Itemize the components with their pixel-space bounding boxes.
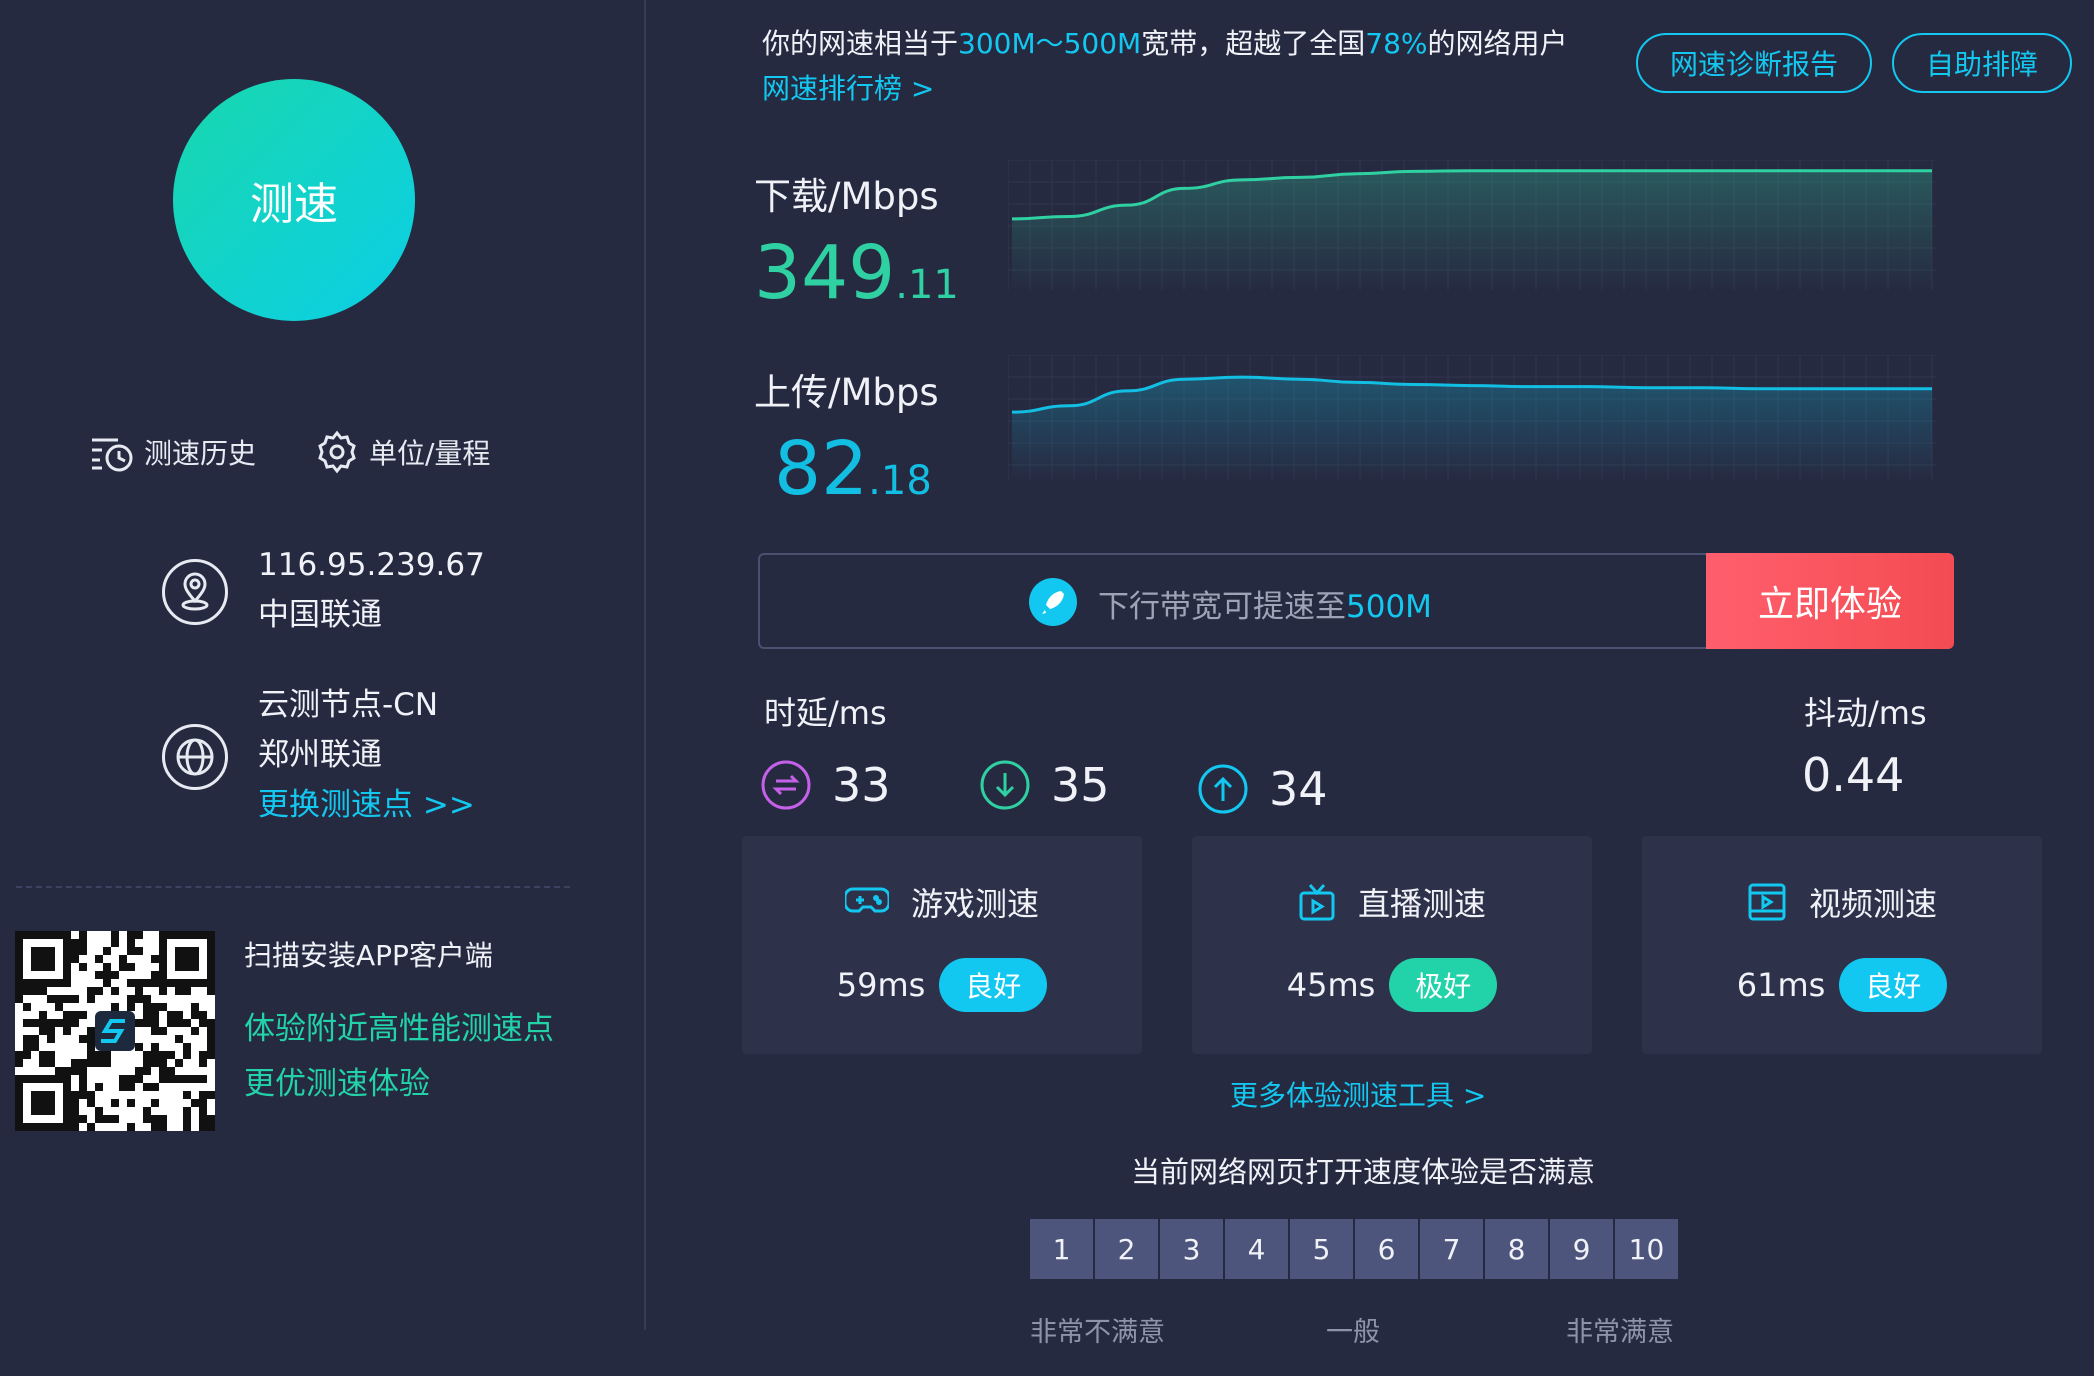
download-chart — [1008, 160, 1936, 290]
rating-scale: 1 2 3 4 5 6 7 8 9 10 — [1030, 1219, 1680, 1279]
live-test-card[interactable]: 直播测速 45ms 极好 — [1192, 836, 1592, 1054]
rating-high-label: 非常满意 — [1566, 1317, 1674, 1348]
rating-option[interactable]: 9 — [1550, 1219, 1613, 1279]
video-quality-badge: 良好 — [1839, 958, 1948, 1012]
rating-option[interactable]: 3 — [1160, 1219, 1223, 1279]
rating-option[interactable]: 7 — [1420, 1219, 1483, 1279]
tv-icon — [1299, 884, 1335, 921]
vertical-divider — [644, 0, 646, 1330]
game-test-card[interactable]: 游戏测速 59ms 良好 — [742, 836, 1142, 1054]
qr-title: 扫描安装APP客户端 — [244, 939, 493, 972]
self-troubleshoot-button[interactable]: 自助排障 — [1892, 33, 2072, 93]
upload-label: 上传/Mbps — [754, 371, 939, 414]
history-button[interactable]: 测速历史 — [90, 430, 256, 474]
latency-upload: 34 — [1197, 756, 1328, 822]
ping-icon — [761, 760, 811, 810]
ip-address: 116.95.239.67 — [258, 547, 485, 583]
qr-promo-line1: 体验附近高性能测速点 — [244, 1011, 554, 1047]
live-quality-badge: 极好 — [1389, 958, 1498, 1012]
upload-arrow-icon — [1198, 764, 1248, 814]
rating-option[interactable]: 1 — [1030, 1219, 1093, 1279]
globe-icon — [162, 724, 228, 790]
speed-summary: 你的网速相当于300M～500M宽带，超越了全国78%的网络用户 — [762, 27, 1568, 60]
latency-total: 33 — [760, 752, 891, 818]
upload-series-area — [1012, 377, 1932, 480]
rating-option[interactable]: 8 — [1485, 1219, 1548, 1279]
rating-option[interactable]: 2 — [1095, 1219, 1158, 1279]
download-value: 349.11 — [754, 230, 959, 316]
percentile: 78% — [1365, 27, 1428, 60]
download-series-area — [1012, 170, 1932, 290]
diagnosis-report-button[interactable]: 网速诊断报告 — [1636, 33, 1872, 93]
left-divider — [16, 886, 570, 888]
survey-title: 当前网络网页打开速度体验是否满意 — [1131, 1155, 1596, 1189]
live-latency: 45ms — [1286, 966, 1376, 1004]
rating-mid-label: 一般 — [1326, 1317, 1380, 1348]
bandwidth-boost-banner: 下行带宽可提速至500M 立即体验 — [758, 553, 1954, 649]
node-name: 云测节点-CN — [258, 687, 439, 723]
jitter-value: 0.44 — [1802, 748, 1905, 802]
start-test-button[interactable]: 测速 — [173, 79, 415, 321]
rocket-icon — [1029, 578, 1077, 626]
rating-low-label: 非常不满意 — [1030, 1317, 1165, 1348]
download-label: 下载/Mbps — [754, 175, 939, 218]
jitter-label: 抖动/ms — [1804, 694, 1927, 732]
rating-option[interactable]: 6 — [1355, 1219, 1418, 1279]
boost-text: 下行带宽可提速至500M — [1098, 589, 1432, 625]
upload-value: 82.18 — [774, 426, 932, 512]
ranking-link[interactable]: 网速排行榜 > — [762, 67, 934, 107]
rating-option[interactable]: 4 — [1225, 1219, 1288, 1279]
game-quality-badge: 良好 — [939, 958, 1048, 1012]
latency-label: 时延/ms — [764, 694, 887, 732]
gear-icon — [318, 430, 356, 474]
game-latency: 59ms — [836, 966, 926, 1004]
app-qr-code — [15, 931, 215, 1131]
history-label: 测速历史 — [144, 437, 257, 470]
qr-promo-line2: 更优测速体验 — [244, 1066, 430, 1102]
change-node-link[interactable]: 更换测速点 >> — [258, 780, 475, 830]
video-test-card[interactable]: 视频测速 61ms 良好 — [1642, 836, 2042, 1054]
bandwidth-range: 300M～500M — [958, 27, 1142, 60]
latency-download: 35 — [979, 752, 1110, 818]
upload-chart — [1008, 355, 1936, 480]
history-icon — [92, 438, 133, 472]
gamepad-icon — [844, 887, 889, 913]
video-latency: 61ms — [1736, 966, 1826, 1004]
location-icon — [162, 559, 228, 625]
try-now-button[interactable]: 立即体验 — [1706, 553, 1954, 649]
units-label: 单位/量程 — [369, 437, 491, 470]
video-icon — [1748, 883, 1786, 921]
more-tools-link[interactable]: 更多体验测速工具 > — [1230, 1074, 1486, 1114]
units-button[interactable]: 单位/量程 — [315, 430, 490, 474]
download-arrow-icon — [980, 760, 1030, 810]
rating-option[interactable]: 10 — [1615, 1219, 1678, 1279]
rating-option[interactable]: 5 — [1290, 1219, 1353, 1279]
isp-name: 中国联通 — [258, 597, 382, 633]
node-location: 郑州联通 — [258, 737, 382, 773]
